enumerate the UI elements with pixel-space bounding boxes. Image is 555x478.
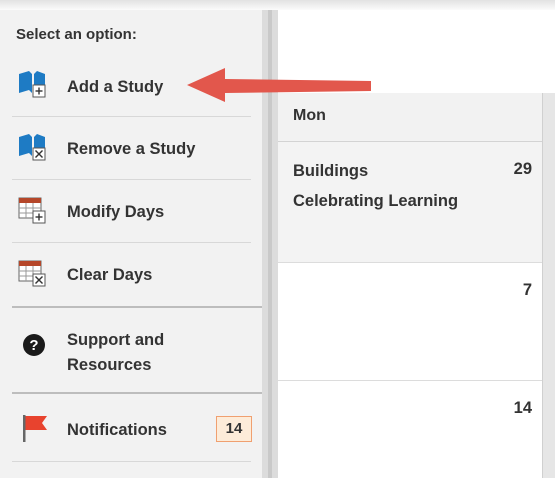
support-label-line1: Support and [67,331,165,349]
day-number: 29 [513,160,532,178]
book-add-icon [18,71,48,104]
pointer-arrow [187,68,371,102]
calendar-remove-icon [18,260,48,293]
calendar-day-cell[interactable]: 29 Buildings Celebrating Learning [278,142,542,263]
help-circle-icon: ? [22,333,46,362]
modify-days-label: Modify Days [67,203,165,221]
calendar-day-cell[interactable]: 14 [278,381,542,478]
support-resources-button[interactable]: ? Support and Resources [12,308,251,392]
sidebar-title: Select an option: [16,26,137,43]
day-number: 7 [522,281,532,299]
flag-icon [21,414,51,447]
study-event[interactable]: Buildings [293,162,368,181]
notifications-button[interactable]: Notifications 14 [12,394,252,462]
notifications-label: Notifications [67,421,167,439]
remove-study-label: Remove a Study [67,140,196,158]
remove-study-button[interactable]: Remove a Study [12,117,251,180]
day-header-mon: Mon [293,107,326,124]
day-number: 14 [513,399,532,417]
top-shadow [0,0,555,10]
calendar-day-cell[interactable]: 7 [278,263,542,381]
clear-days-button[interactable]: Clear Days [12,243,251,305]
book-remove-icon [18,134,48,167]
add-study-label: Add a Study [67,78,164,96]
next-column-edge [542,93,555,478]
calendar-add-icon [18,197,48,230]
svg-text:?: ? [29,337,38,354]
support-label-line2: Resources [67,356,152,374]
modify-days-button[interactable]: Modify Days [12,180,251,243]
clear-days-label: Clear Days [67,266,153,284]
notifications-count-badge: 14 [216,416,252,442]
study-event[interactable]: Celebrating Learning [293,192,458,211]
